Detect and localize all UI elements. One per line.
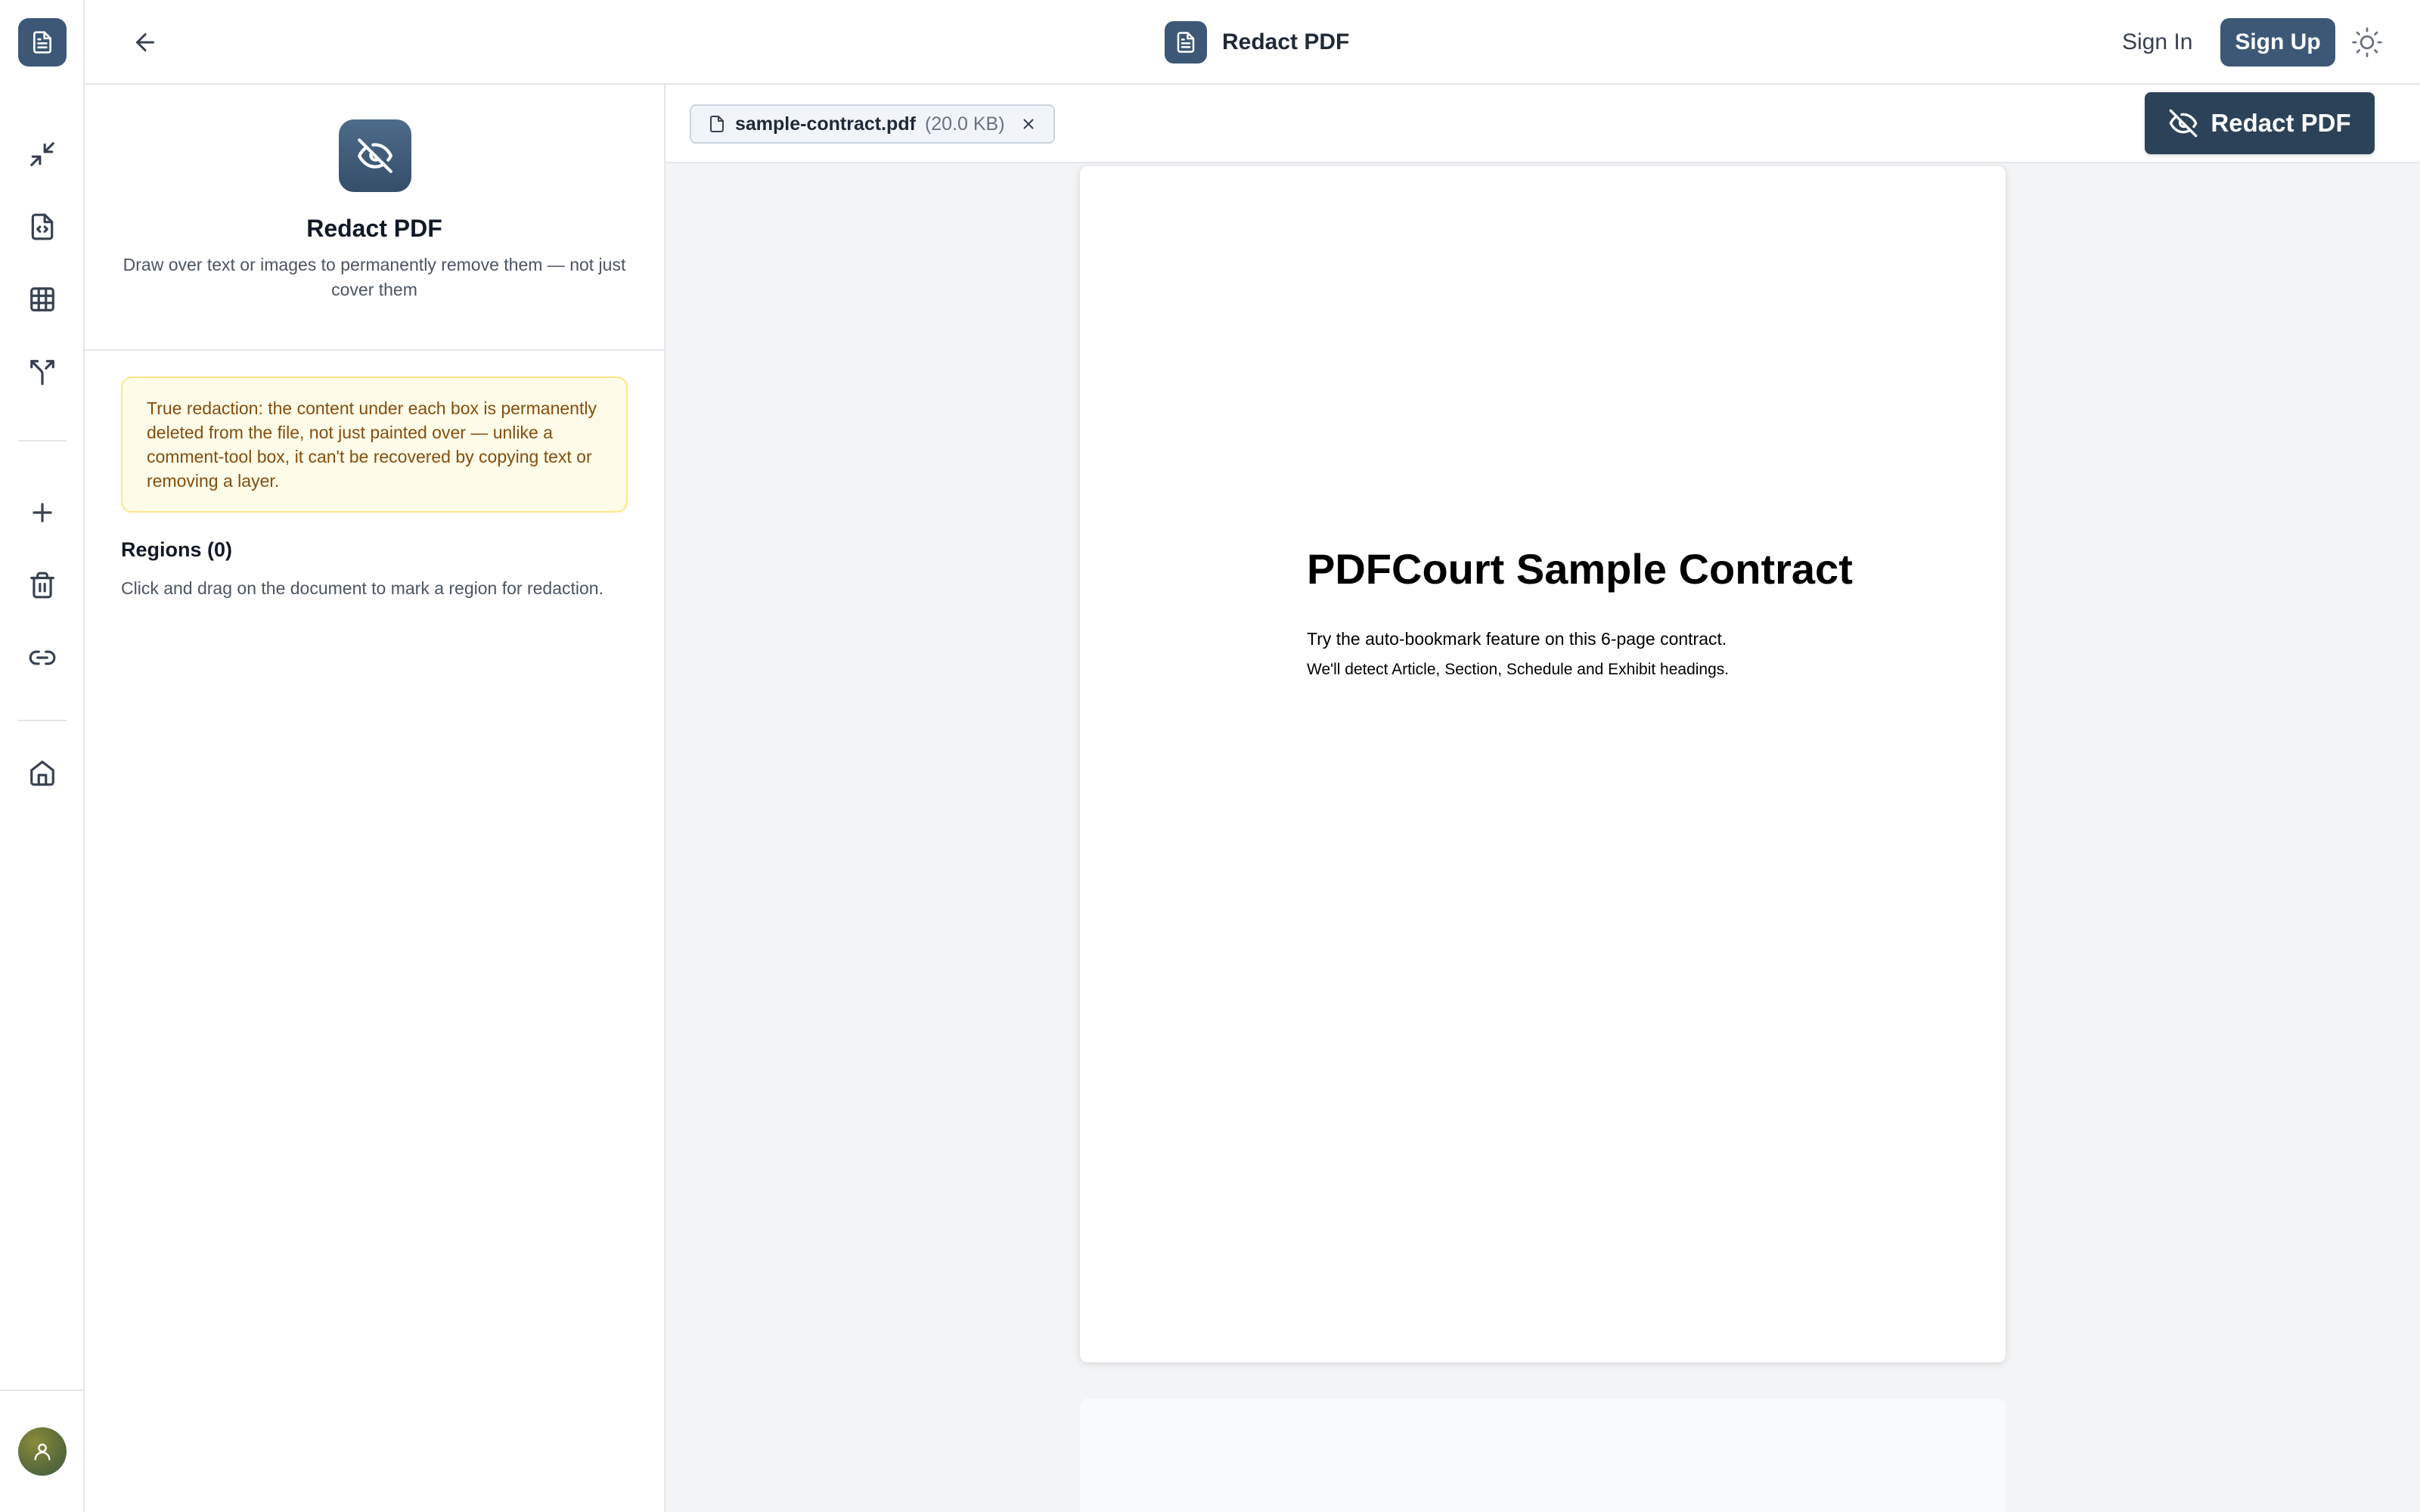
sidebar-item-delete[interactable] <box>18 561 67 609</box>
header-logo <box>1165 21 1207 64</box>
left-rail <box>0 0 85 1512</box>
page-title: Redact PDF <box>1222 29 1350 54</box>
tool-description: Draw over text or images to permanently … <box>123 255 626 299</box>
regions-hint: Click and drag on the document to mark a… <box>121 578 603 598</box>
file-size: (20.0 KB) <box>924 113 1005 135</box>
theme-toggle-button[interactable] <box>2346 21 2388 64</box>
document-icon <box>1177 32 1195 53</box>
file-code-icon <box>31 213 54 240</box>
sidebar-item-add[interactable] <box>18 488 67 537</box>
sidebar-item-split[interactable] <box>18 348 67 396</box>
arrow-left-icon <box>136 33 154 51</box>
pdf-page[interactable]: PDFCourt Sample Contract Try the auto-bo… <box>1080 166 2006 1362</box>
pdf-page[interactable] <box>1080 1399 2006 1512</box>
redact-pdf-button[interactable]: Redact PDF <box>2145 92 2375 154</box>
back-button[interactable] <box>121 21 169 64</box>
document-icon <box>33 31 51 54</box>
document-text-line: Try the auto-bookmark feature on this 6-… <box>1307 629 1727 649</box>
file-name: sample-contract.pdf <box>735 113 916 135</box>
app-logo[interactable] <box>18 18 67 67</box>
split-arrows-icon <box>30 360 54 386</box>
user-icon <box>34 1443 51 1461</box>
sign-in-button[interactable]: Sign In <box>2110 21 2204 64</box>
tool-icon <box>339 119 411 192</box>
regions-heading: Regions (0) <box>121 538 233 561</box>
grid-table-icon <box>30 287 54 311</box>
sign-up-button[interactable]: Sign Up <box>2220 18 2335 67</box>
header-title-group: Redact PDF <box>1165 21 1349 64</box>
sidebar-item-home[interactable] <box>18 748 67 797</box>
link-icon <box>29 650 56 665</box>
rail-divider <box>0 1390 85 1391</box>
eye-off-icon <box>2170 109 2198 138</box>
trash-icon <box>30 572 54 599</box>
sun-icon <box>2352 27 2382 57</box>
plus-icon <box>33 503 52 522</box>
avatar[interactable] <box>18 1427 67 1476</box>
redact-pdf-label: Redact PDF <box>2211 109 2351 137</box>
document-workspace: sample-contract.pdf (20.0 KB) Redact PDF… <box>666 85 2420 1512</box>
home-icon <box>30 761 54 786</box>
minimize-arrows-icon <box>30 142 54 166</box>
tool-panel: Redact PDF Draw over text or images to p… <box>85 85 666 1512</box>
redaction-notice: True redaction: the content under each b… <box>121 376 628 513</box>
sidebar-item-pdf-to-code[interactable] <box>18 203 67 251</box>
document-title: PDFCourt Sample Contract <box>1307 545 1853 593</box>
document-text-line: We'll detect Article, Section, Schedule … <box>1307 661 1730 678</box>
sidebar-item-compress[interactable] <box>18 130 67 178</box>
sidebar-item-link[interactable] <box>18 634 67 682</box>
file-chip[interactable]: sample-contract.pdf (20.0 KB) <box>690 104 1055 144</box>
rail-divider <box>18 720 67 721</box>
tool-title: Redact PDF <box>306 215 442 242</box>
rail-divider <box>18 440 67 442</box>
remove-file-button[interactable] <box>1020 116 1037 132</box>
sidebar-item-table[interactable] <box>18 275 67 324</box>
close-icon <box>1023 119 1034 129</box>
eye-off-icon <box>358 138 392 173</box>
tool-panel-header: Redact PDF Draw over text or images to p… <box>85 85 664 351</box>
workspace-toolbar: sample-contract.pdf (20.0 KB) Redact PDF <box>666 85 2420 163</box>
file-icon <box>710 116 724 132</box>
